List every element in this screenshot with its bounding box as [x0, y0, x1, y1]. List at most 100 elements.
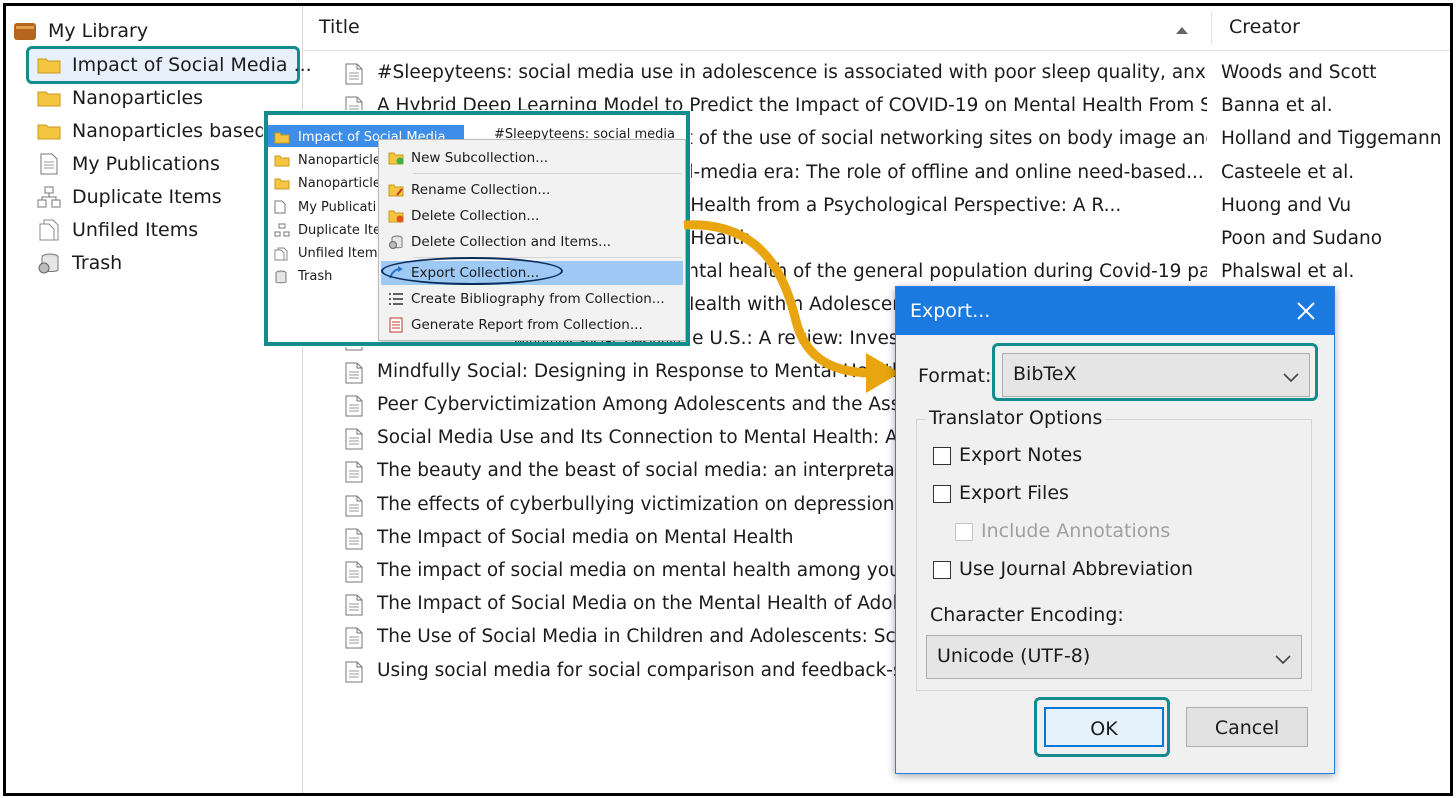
item-title: #Sleepyteens: social media use in adoles…: [377, 62, 1207, 83]
folder-icon: [36, 54, 62, 76]
close-icon[interactable]: [1292, 295, 1320, 327]
item-creator: Phalswal et al.: [1221, 261, 1355, 283]
use-journal-abbreviation-checkbox[interactable]: [933, 561, 951, 579]
bibliography-list-icon: [381, 292, 411, 306]
trash-icon: [274, 270, 290, 284]
folder-icon: [36, 87, 62, 109]
use-journal-abbreviation-label: Use Journal Abbreviation: [959, 558, 1194, 580]
library-icon: [12, 20, 38, 42]
menu-separator: [413, 173, 681, 174]
document-icon: [345, 63, 363, 90]
sidebar-item-label: Impact of Social Media ...: [72, 54, 312, 76]
collections-pane: My Library Impact of Social Media ... Na…: [6, 6, 312, 793]
menu-item-generate-report[interactable]: Generate Report from Collection...: [381, 313, 683, 337]
export-notes-checkbox[interactable]: [933, 447, 951, 465]
report-icon: [381, 317, 411, 333]
sidebar-item-duplicate-items[interactable]: Duplicate Items: [36, 182, 222, 212]
mini-sidebar-label: Trash: [298, 269, 333, 285]
mini-sidebar-item: Nanoparticle: [274, 149, 381, 172]
include-annotations-label: Include Annotations: [981, 520, 1171, 542]
sidebar-item-nanoparticles-based[interactable]: Nanoparticles based: [36, 116, 266, 146]
context-menu-screenshot: Impact of Social Media Nanoparticle Nanopa…: [264, 111, 690, 346]
unfiled-icon: [274, 247, 290, 261]
menu-item-rename-collection[interactable]: Rename Collection...: [381, 178, 683, 202]
include-annotations-checkbox: [955, 523, 973, 541]
format-highlight: [992, 343, 1318, 401]
document-icon: [345, 461, 363, 488]
sidebar-item-impact-of-social-media[interactable]: Impact of Social Media ...: [36, 50, 312, 80]
export-notes-label: Export Notes: [959, 444, 1083, 466]
document-icon: [36, 153, 62, 175]
document-icon: [345, 561, 363, 588]
folder-icon: [274, 131, 290, 145]
character-encoding-label: Character Encoding:: [930, 604, 1124, 626]
item-creator: Woods and Scott: [1221, 62, 1377, 83]
sidebar-item-label: Unfiled Items: [72, 219, 199, 241]
sidebar-item-unfiled-items[interactable]: Unfiled Items: [36, 215, 198, 245]
menu-item-delete-collection[interactable]: Delete Collection...: [381, 204, 683, 228]
zotero-window: My Library Impact of Social Media ... Na…: [3, 3, 1453, 796]
export-dialog: Export... Format: BibTeX Translator Opti…: [895, 286, 1335, 774]
export-highlight-oval: [381, 257, 563, 285]
mini-sidebar-item: Nanoparticle: [274, 172, 381, 195]
document-icon: [345, 495, 363, 522]
trash-icon: [381, 235, 411, 249]
mini-sidebar-label: Nanoparticle: [298, 176, 381, 192]
rename-folder-icon: [381, 183, 411, 197]
item-creator: Banna et al.: [1221, 95, 1333, 117]
menu-item-delete-collection-and-items[interactable]: Delete Collection and Items...: [381, 230, 683, 254]
translator-options-legend: Translator Options: [926, 407, 1106, 429]
sidebar-item-my-publications[interactable]: My Publications: [36, 149, 220, 179]
column-header-creator[interactable]: Creator: [1229, 16, 1300, 38]
items-header: Title Creator: [303, 6, 1450, 51]
cancel-button[interactable]: Cancel: [1186, 707, 1308, 747]
character-encoding-select[interactable]: Unicode (UTF-8): [926, 635, 1302, 679]
sort-ascending-icon[interactable]: [1175, 20, 1189, 39]
sidebar-item-label: My Publications: [72, 153, 220, 175]
table-row[interactable]: #Sleepyteens: social media use in adoles…: [303, 57, 1450, 90]
mini-sidebar-label: Unfiled Item: [298, 246, 378, 261]
document-icon: [345, 594, 363, 621]
trash-icon: [36, 252, 62, 274]
folder-icon: [36, 120, 62, 142]
item-creator: Holland and Tiggemann: [1221, 128, 1442, 150]
mini-sidebar-label: Duplicate Ite: [298, 222, 381, 238]
new-folder-icon: [381, 151, 411, 165]
menu-item-export-collection[interactable]: Export Collection...: [381, 257, 683, 285]
folder-icon: [274, 154, 290, 168]
folder-icon: [274, 177, 290, 191]
item-creator: Casteele et al.: [1221, 161, 1355, 183]
duplicate-icon: [36, 186, 62, 208]
sidebar-item-label: My Library: [48, 20, 149, 42]
document-icon: [345, 428, 363, 455]
dialog-title: Export...: [910, 300, 991, 322]
export-files-checkbox[interactable]: [933, 485, 951, 503]
delete-folder-icon: [381, 209, 411, 223]
document-icon: [345, 661, 363, 688]
ok-highlight: [1034, 697, 1170, 757]
mini-sidebar-item: Unfiled Item: [274, 242, 378, 265]
sidebar-item-my-library[interactable]: My Library: [12, 16, 148, 46]
column-divider: [1211, 12, 1212, 44]
document-icon: [345, 528, 363, 555]
column-header-title[interactable]: Title: [319, 16, 360, 38]
sidebar-item-trash[interactable]: Trash: [36, 248, 122, 278]
document-icon: [274, 200, 290, 214]
sidebar-item-nanoparticles[interactable]: Nanoparticles: [36, 83, 203, 113]
sidebar-item-label: Nanoparticles: [72, 87, 204, 109]
document-icon: [345, 627, 363, 654]
dialog-titlebar: Export...: [896, 287, 1334, 335]
mini-sidebar-item: My Publicati: [274, 196, 376, 219]
unfiled-icon: [36, 219, 62, 241]
sidebar-item-label: Duplicate Items: [72, 186, 222, 208]
menu-item-new-subcollection[interactable]: New Subcollection...: [381, 146, 683, 170]
menu-item-create-bibliography[interactable]: Create Bibliography from Collection...: [381, 287, 683, 311]
mini-sidebar-item: Duplicate Ite: [274, 219, 381, 242]
mini-sidebar-label: My Publicati: [298, 199, 377, 215]
sidebar-item-label: Nanoparticles based: [72, 120, 267, 142]
chevron-down-icon: [1275, 648, 1291, 670]
duplicate-icon: [274, 223, 290, 237]
export-files-label: Export Files: [959, 482, 1069, 504]
mini-sidebar-label: Nanoparticle: [298, 153, 381, 169]
sidebar-item-label: Trash: [72, 252, 123, 274]
